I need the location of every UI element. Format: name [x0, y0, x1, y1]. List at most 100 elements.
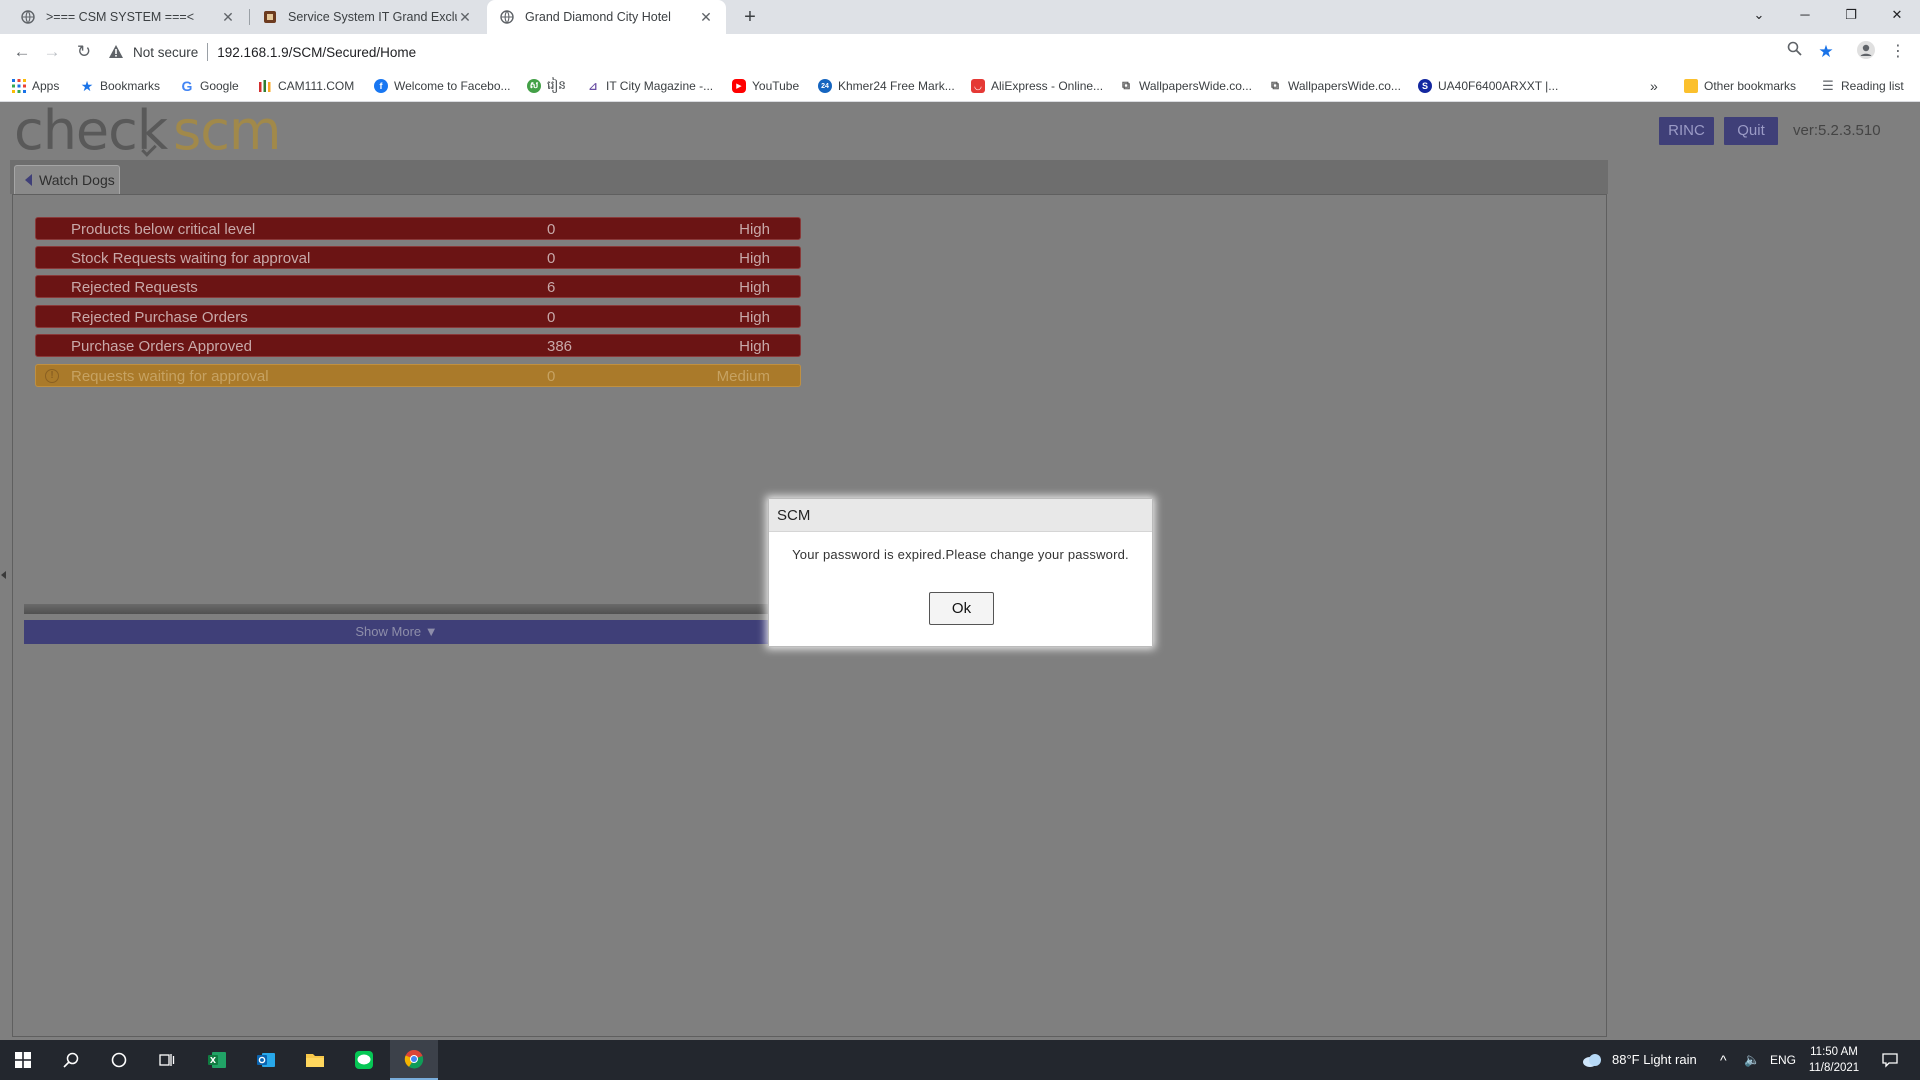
bookmark-bookmarks[interactable]: ★ Bookmarks	[80, 70, 160, 102]
bookmark-youtube[interactable]: ▶ YouTube	[732, 70, 799, 102]
bookmark-facebook[interactable]: f Welcome to Facebo...	[374, 70, 511, 102]
version-label: ver:5.2.3.510	[1793, 122, 1881, 139]
excel-icon[interactable]: X	[194, 1040, 240, 1080]
show-hidden-icons-chevron-icon[interactable]: ^	[1720, 1040, 1727, 1080]
reading-list-icon: ☰	[1822, 78, 1834, 93]
tab-search-icon[interactable]: ⌄	[1736, 0, 1782, 30]
bookmark-cam111[interactable]: CAM111.COM	[258, 70, 354, 102]
checkscm-logo: check scm	[14, 104, 282, 158]
rinc-button[interactable]: RINC	[1659, 117, 1714, 145]
watchdog-row[interactable]: Purchase Orders Approved 386 High	[35, 334, 801, 357]
bookmark-label: Apps	[32, 79, 60, 93]
watchdog-label: Purchase Orders Approved	[71, 338, 252, 355]
star-icon: ★	[80, 77, 94, 94]
search-icon[interactable]	[48, 1040, 94, 1080]
tab-watch-dogs[interactable]: Watch Dogs	[14, 165, 120, 194]
watchdog-count: 0	[547, 250, 556, 267]
task-view-icon[interactable]	[144, 1040, 190, 1080]
watchdog-level: High	[739, 338, 770, 355]
dialog-title: SCM	[769, 499, 1152, 532]
quit-button[interactable]: Quit	[1724, 117, 1778, 145]
security-label: Not secure	[133, 44, 199, 60]
side-collapse-handle-icon[interactable]	[1, 571, 6, 579]
reading-list-button[interactable]: ☰ Reading list	[1821, 70, 1904, 102]
bookmarks-overflow-button[interactable]: »	[1650, 70, 1658, 102]
aliexpress-icon: ◡	[971, 79, 985, 93]
browser-tab-grand-diamond[interactable]: Grand Diamond City Hotel ✕	[487, 0, 726, 34]
bookmark-aliexpress[interactable]: ◡ AliExpress - Online...	[971, 70, 1103, 102]
show-more-button[interactable]: Show More ▼	[24, 620, 769, 644]
profile-avatar-icon[interactable]	[1854, 40, 1878, 64]
start-icon[interactable]	[0, 1040, 46, 1080]
warning-triangle-icon[interactable]	[108, 44, 126, 60]
close-tab-icon[interactable]: ✕	[457, 9, 473, 26]
watchdog-row[interactable]: Rejected Requests 6 High	[35, 275, 801, 298]
watchdog-count: 0	[547, 309, 556, 326]
browser-tab-csm[interactable]: >=== CSM SYSTEM ===< ✕	[8, 0, 248, 34]
browser-toolbar: ← → ↻ Not secure 192.168.1.9/SCM/Secured…	[0, 34, 1920, 70]
bookmark-label: Khmer24 Free Mark...	[838, 79, 955, 93]
wallpaperswide-icon: ⧉	[1122, 79, 1130, 92]
bookmark-label: IT City Magazine -...	[606, 79, 714, 93]
bookmark-apps[interactable]: Apps	[12, 70, 59, 102]
bookmark-star-icon[interactable]: ★	[1814, 40, 1838, 64]
watchdog-row[interactable]: Stock Requests waiting for approval 0 Hi…	[35, 246, 801, 269]
volume-icon[interactable]: 🔈	[1744, 1040, 1760, 1080]
bookmark-label: CAM111.COM	[278, 79, 355, 93]
back-button[interactable]: ←	[10, 40, 34, 64]
new-tab-button[interactable]: +	[738, 5, 762, 29]
tab-title: Grand Diamond City Hotel	[525, 10, 671, 24]
bookmark-khmer24[interactable]: 24 Khmer24 Free Mark...	[818, 70, 955, 102]
collapse-arrow-icon[interactable]	[25, 174, 32, 186]
bookmark-itcity[interactable]: ⊿ IT City Magazine -...	[586, 70, 713, 102]
chrome-icon[interactable]	[390, 1040, 438, 1080]
menu-kebab-icon[interactable]: ⋮	[1886, 40, 1910, 64]
youtube-icon: ▶	[732, 79, 746, 93]
itcity-icon: ⊿	[588, 80, 598, 93]
folder-icon	[1684, 79, 1698, 93]
restore-button[interactable]: ❐	[1828, 0, 1874, 30]
outlook-icon[interactable]	[243, 1040, 289, 1080]
close-window-button[interactable]: ✕	[1874, 0, 1920, 30]
watchdog-row[interactable]: ! Requests waiting for approval 0 Medium	[35, 364, 801, 387]
bookmark-label: AliExpress - Online...	[991, 79, 1104, 93]
browser-tab-service-system[interactable]: Service System IT Grand Exclusive ✕	[250, 0, 485, 34]
file-explorer-icon[interactable]	[292, 1040, 338, 1080]
bookmark-google[interactable]: G Google	[180, 70, 239, 102]
browser-tab-strip: >=== CSM SYSTEM ===< ✕ Service System IT…	[0, 0, 1920, 34]
zoom-icon[interactable]	[1782, 40, 1806, 64]
minimize-button[interactable]: ─	[1782, 0, 1828, 30]
notification-center-icon[interactable]	[1870, 1040, 1910, 1080]
forward-button[interactable]: →	[40, 40, 64, 64]
logo-scm-text: scm	[173, 99, 281, 162]
bookmark-other[interactable]: Other bookmarks	[1684, 70, 1796, 102]
weather-text[interactable]: 88°F Light rain	[1612, 1040, 1697, 1080]
reload-button[interactable]: ↻	[72, 40, 96, 64]
hotel-favicon	[262, 9, 278, 25]
bookmark-samsung[interactable]: S UA40F6400ARXXT |...	[1418, 70, 1558, 102]
password-expired-dialog: SCM Your password is expired.Please chan…	[768, 498, 1153, 647]
close-tab-icon[interactable]: ✕	[698, 9, 714, 26]
bookmark-khmer-site[interactable]: ស រៀន	[527, 70, 566, 102]
cortana-icon[interactable]	[96, 1040, 142, 1080]
clock[interactable]: 11:50 AM 11/8/2021	[1804, 1044, 1864, 1076]
language-indicator[interactable]: ENG	[1770, 1040, 1796, 1080]
watchdog-count: 6	[547, 279, 556, 296]
close-tab-icon[interactable]: ✕	[220, 9, 236, 26]
address-bar[interactable]: Not secure 192.168.1.9/SCM/Secured/Home	[108, 37, 1798, 67]
watchdog-count: 0	[547, 221, 556, 238]
bookmark-wallpaperswide-1[interactable]: ⧉ WallpapersWide.co...	[1119, 70, 1252, 102]
watchdog-label: Stock Requests waiting for approval	[71, 250, 311, 267]
weather-cloud-icon[interactable]	[1578, 1040, 1606, 1080]
tab-title: >=== CSM SYSTEM ===<	[46, 10, 194, 24]
watchdog-row[interactable]: Rejected Purchase Orders 0 High	[35, 305, 801, 328]
tab-title: Service System IT Grand Exclusive	[288, 10, 457, 24]
ok-button[interactable]: Ok	[929, 592, 994, 625]
url-text[interactable]: 192.168.1.9/SCM/Secured/Home	[217, 45, 416, 60]
bookmark-label: WallpapersWide.co...	[1139, 79, 1252, 93]
watchdog-level: High	[739, 309, 770, 326]
bookmark-wallpaperswide-2[interactable]: ⧉ WallpapersWide.co...	[1268, 70, 1401, 102]
line-icon[interactable]	[341, 1040, 387, 1080]
watchdog-row[interactable]: Products below critical level 0 High	[35, 217, 801, 240]
wallpaperswide-icon: ⧉	[1271, 79, 1279, 92]
